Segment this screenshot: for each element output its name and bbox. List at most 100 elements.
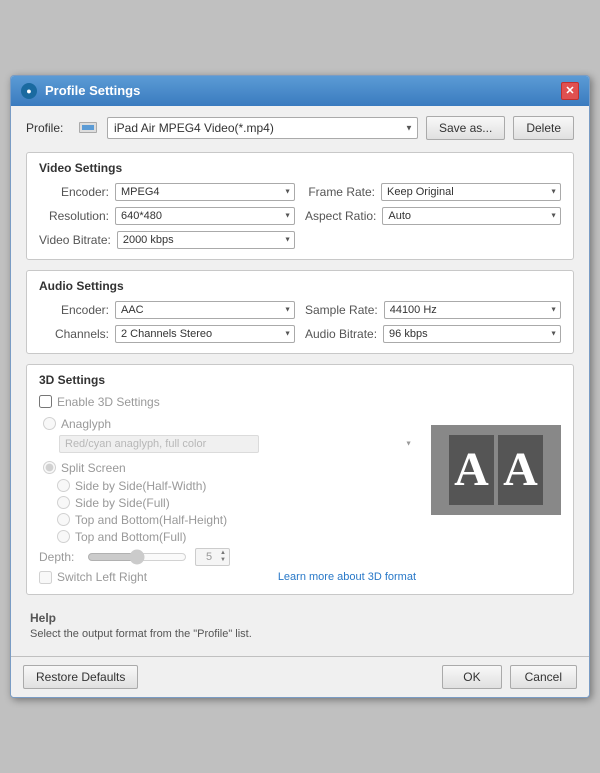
split-screen-radio[interactable] [43,461,56,474]
enable-3d-checkbox[interactable] [39,395,52,408]
frame-rate-row: Frame Rate: Keep Original ▼ [305,183,561,201]
profile-settings-dialog: ● Profile Settings ✕ Profile: iPad Air M… [10,75,590,698]
audio-bitrate-select-wrap: 96 kbps ▼ [383,325,561,343]
preview-letter-a2: A [498,435,543,505]
audio-encoder-label: Encoder: [39,303,109,317]
sample-rate-label: Sample Rate: [305,303,378,317]
top-bottom-half-label: Top and Bottom(Half-Height) [75,513,227,527]
frame-rate-select-wrap: Keep Original ▼ [381,183,561,201]
depth-value-wrap: 5 ▲ ▼ [195,548,230,566]
depth-row: Depth: 5 ▲ ▼ [39,548,416,566]
channels-row: Channels: 2 Channels Stereo ▼ [39,325,295,343]
audio-encoder-row: Encoder: AAC ▼ [39,301,295,319]
video-bitrate-row: Video Bitrate: 2000 kbps ▼ [39,231,295,249]
sample-rate-select-wrap: 44100 Hz ▼ [384,301,561,319]
video-bitrate-select[interactable]: 2000 kbps [117,231,295,249]
resolution-select[interactable]: 640*480 [115,207,295,225]
encoder-label: Encoder: [39,185,109,199]
app-icon: ● [21,83,37,99]
side-by-side-half-radio[interactable] [57,479,70,492]
3d-settings-title: 3D Settings [39,373,561,387]
split-screen-label: Split Screen [61,461,126,475]
ok-button[interactable]: OK [442,665,501,689]
encoder-select-wrap: MPEG4 ▼ [115,183,295,201]
aspect-ratio-label: Aspect Ratio: [305,209,376,223]
depth-up-button[interactable]: ▲ [220,550,226,557]
audio-bitrate-row: Audio Bitrate: 96 kbps ▼ [305,325,561,343]
side-by-side-half-row: Side by Side(Half-Width) [57,479,416,493]
audio-bitrate-label: Audio Bitrate: [305,327,377,341]
3d-settings-section: 3D Settings Enable 3D Settings Anaglyph … [26,364,574,595]
3d-settings-body: Enable 3D Settings Anaglyph Red/cyan ana… [39,395,561,584]
channels-label: Channels: [39,327,109,341]
encoder-row: Encoder: MPEG4 ▼ [39,183,295,201]
profile-type-icon [79,121,97,134]
profile-select[interactable]: iPad Air MPEG4 Video(*.mp4) [107,117,418,139]
enable-3d-label: Enable 3D Settings [57,395,160,409]
video-bitrate-select-wrap: 2000 kbps ▼ [117,231,295,249]
frame-rate-label: Frame Rate: [305,185,375,199]
delete-button[interactable]: Delete [513,116,574,140]
side-by-side-full-row: Side by Side(Full) [57,496,416,510]
audio-encoder-select[interactable]: AAC [115,301,295,319]
resolution-label: Resolution: [39,209,109,223]
resolution-select-wrap: 640*480 ▼ [115,207,295,225]
dialog-title: Profile Settings [45,83,140,98]
anaglyph-radio[interactable] [43,417,56,430]
save-as-button[interactable]: Save as... [426,116,505,140]
switch-left-right-checkbox[interactable] [39,571,52,584]
side-by-side-full-radio[interactable] [57,496,70,509]
3d-preview-box: A A [431,425,561,515]
profile-select-wrap: iPad Air MPEG4 Video(*.mp4) ▼ [107,117,418,139]
preview-letter-a1: A [449,435,494,505]
close-button[interactable]: ✕ [561,82,579,100]
learn-more-link[interactable]: Learn more about 3D format [278,571,416,583]
help-text: Select the output format from the "Profi… [30,628,574,640]
enable-3d-row: Enable 3D Settings [39,395,416,409]
resolution-row: Resolution: 640*480 ▼ [39,207,295,225]
top-bottom-full-row: Top and Bottom(Full) [57,530,416,544]
audio-bitrate-select[interactable]: 96 kbps [383,325,561,343]
video-bitrate-label: Video Bitrate: [39,233,111,247]
anaglyph-select-wrap: Red/cyan anaglyph, full color ▼ [59,435,416,453]
anaglyph-select[interactable]: Red/cyan anaglyph, full color [59,435,259,453]
3d-preview-container: A A [431,395,561,584]
anaglyph-row: Anaglyph [39,417,416,431]
switch-left-right-row: Switch Left Right [39,570,147,584]
help-title: Help [30,611,574,625]
anaglyph-arrow-icon: ▼ [405,440,412,447]
aspect-ratio-select-wrap: Auto ▼ [382,207,561,225]
help-section: Help Select the output format from the "… [26,605,574,646]
top-bottom-half-radio[interactable] [57,513,70,526]
sample-rate-row: Sample Rate: 44100 Hz ▼ [305,301,561,319]
top-bottom-full-label: Top and Bottom(Full) [75,530,186,544]
3d-preview-letters: A A [449,435,543,505]
channels-select-wrap: 2 Channels Stereo ▼ [115,325,295,343]
3d-settings-left: Enable 3D Settings Anaglyph Red/cyan ana… [39,395,416,584]
aspect-ratio-select[interactable]: Auto [382,207,561,225]
encoder-select[interactable]: MPEG4 [115,183,295,201]
restore-defaults-button[interactable]: Restore Defaults [23,665,138,689]
split-screen-options: Side by Side(Half-Width) Side by Side(Fu… [57,479,416,544]
split-screen-row: Split Screen [39,461,416,475]
side-by-side-full-label: Side by Side(Full) [75,496,170,510]
cancel-button[interactable]: Cancel [510,665,577,689]
dialog-content: Profile: iPad Air MPEG4 Video(*.mp4) ▼ S… [11,106,589,656]
top-bottom-full-radio[interactable] [57,530,70,543]
bottom-right-buttons: OK Cancel [442,665,577,689]
depth-value: 5 [199,551,219,563]
frame-rate-select[interactable]: Keep Original [381,183,561,201]
audio-encoder-select-wrap: AAC ▼ [115,301,295,319]
side-by-side-half-label: Side by Side(Half-Width) [75,479,206,493]
video-settings-section: Video Settings Encoder: MPEG4 ▼ Frame Ra… [26,152,574,260]
sample-rate-select[interactable]: 44100 Hz [384,301,561,319]
aspect-ratio-row: Aspect Ratio: Auto ▼ [305,207,561,225]
bottom-bar: Restore Defaults OK Cancel [11,656,589,697]
depth-slider[interactable] [87,549,187,565]
audio-settings-section: Audio Settings Encoder: AAC ▼ Sample Rat… [26,270,574,354]
switch-left-right-label: Switch Left Right [57,570,147,584]
depth-down-button[interactable]: ▼ [220,557,226,564]
video-settings-title: Video Settings [39,161,561,175]
audio-settings-grid: Encoder: AAC ▼ Sample Rate: 44100 Hz [39,301,561,343]
channels-select[interactable]: 2 Channels Stereo [115,325,295,343]
